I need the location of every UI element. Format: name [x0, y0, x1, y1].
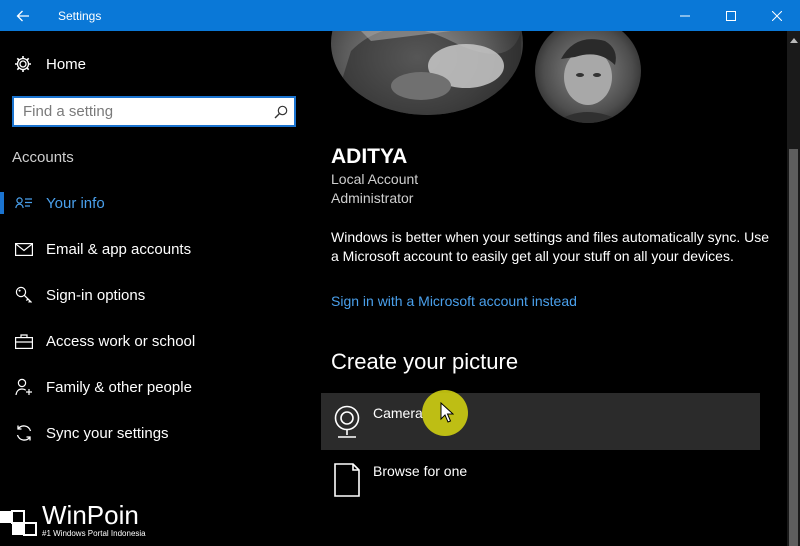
sidebar-item-label: Sync your settings — [46, 424, 169, 442]
back-button[interactable] — [0, 0, 46, 31]
main-content: ADITYA Local Account Administrator Windo… — [311, 31, 787, 546]
maximize-icon — [726, 10, 736, 21]
briefcase-icon — [0, 333, 46, 349]
maximize-button[interactable] — [708, 0, 754, 31]
sidebar: Home Accounts Your info — [0, 31, 311, 546]
search-button[interactable] — [268, 99, 294, 125]
close-button[interactable] — [754, 0, 800, 31]
watermark-title: WinPoin — [42, 499, 139, 530]
sidebar-item-email-app-accounts[interactable]: Email & app accounts — [0, 226, 311, 272]
watermark-tagline: #1 Windows Portal Indonesia — [42, 528, 146, 538]
camera-option[interactable]: Camera — [321, 393, 760, 450]
person-card-icon — [0, 196, 46, 210]
camera-option-label: Camera — [373, 405, 423, 421]
mail-icon — [0, 242, 46, 256]
window-controls — [662, 0, 800, 31]
account-name: ADITYA — [331, 145, 408, 168]
microsoft-signin-link[interactable]: Sign in with a Microsoft account instead — [331, 293, 577, 309]
scroll-up-button[interactable] — [787, 33, 800, 46]
browse-option-label: Browse for one — [373, 463, 468, 479]
minimize-icon — [680, 15, 690, 16]
vertical-scrollbar[interactable] — [787, 31, 800, 546]
sidebar-item-sync-settings[interactable]: Sync your settings — [0, 410, 311, 456]
scroll-thumb[interactable] — [789, 149, 798, 546]
mouse-cursor-icon — [440, 402, 454, 423]
search-box[interactable] — [12, 96, 296, 127]
sidebar-item-label: Sign-in options — [46, 286, 146, 304]
winpoin-logo-icon — [0, 510, 37, 536]
sidebar-item-label: Your info — [46, 194, 105, 212]
home-label: Home — [46, 55, 87, 73]
accounts-nav: Your info Email & app accounts Sign-in o… — [0, 180, 311, 456]
search-icon — [274, 105, 288, 118]
sync-icon — [0, 424, 46, 442]
account-picture-large — [331, 31, 523, 115]
scroll-up-arrow-icon — [789, 37, 798, 43]
window-title: Settings — [58, 8, 102, 23]
gear-icon — [15, 56, 31, 72]
title-bar: Settings — [0, 0, 800, 31]
sidebar-item-label: Family & other people — [46, 378, 192, 396]
account-picture-small — [535, 31, 641, 123]
sidebar-item-sign-in-options[interactable]: Sign-in options — [0, 272, 311, 318]
sidebar-item-family-other-people[interactable]: Family & other people — [0, 364, 311, 410]
key-icon — [0, 286, 46, 304]
sidebar-item-label: Access work or school — [46, 332, 196, 350]
search-input[interactable] — [14, 98, 268, 125]
sidebar-item-access-work-school[interactable]: Access work or school — [0, 318, 311, 364]
webcam-icon — [321, 393, 373, 450]
accounts-section-label: Accounts — [12, 149, 74, 166]
winpoin-watermark: WinPoin #1 Windows Portal Indonesia — [0, 497, 146, 543]
sidebar-item-your-info[interactable]: Your info — [0, 180, 311, 226]
back-arrow-icon — [16, 10, 29, 21]
browse-option[interactable]: Browse for one — [321, 451, 760, 508]
minimize-button[interactable] — [662, 0, 708, 31]
account-role: Administrator — [331, 190, 414, 206]
close-icon — [772, 10, 782, 21]
file-icon — [321, 451, 373, 508]
create-picture-heading: Create your picture — [331, 349, 519, 374]
sync-message: Windows is better when your settings and… — [331, 229, 770, 264]
account-type: Local Account — [331, 171, 419, 187]
add-person-icon — [0, 378, 46, 396]
sidebar-item-label: Email & app accounts — [46, 240, 192, 258]
home-nav-item[interactable]: Home — [14, 55, 86, 73]
